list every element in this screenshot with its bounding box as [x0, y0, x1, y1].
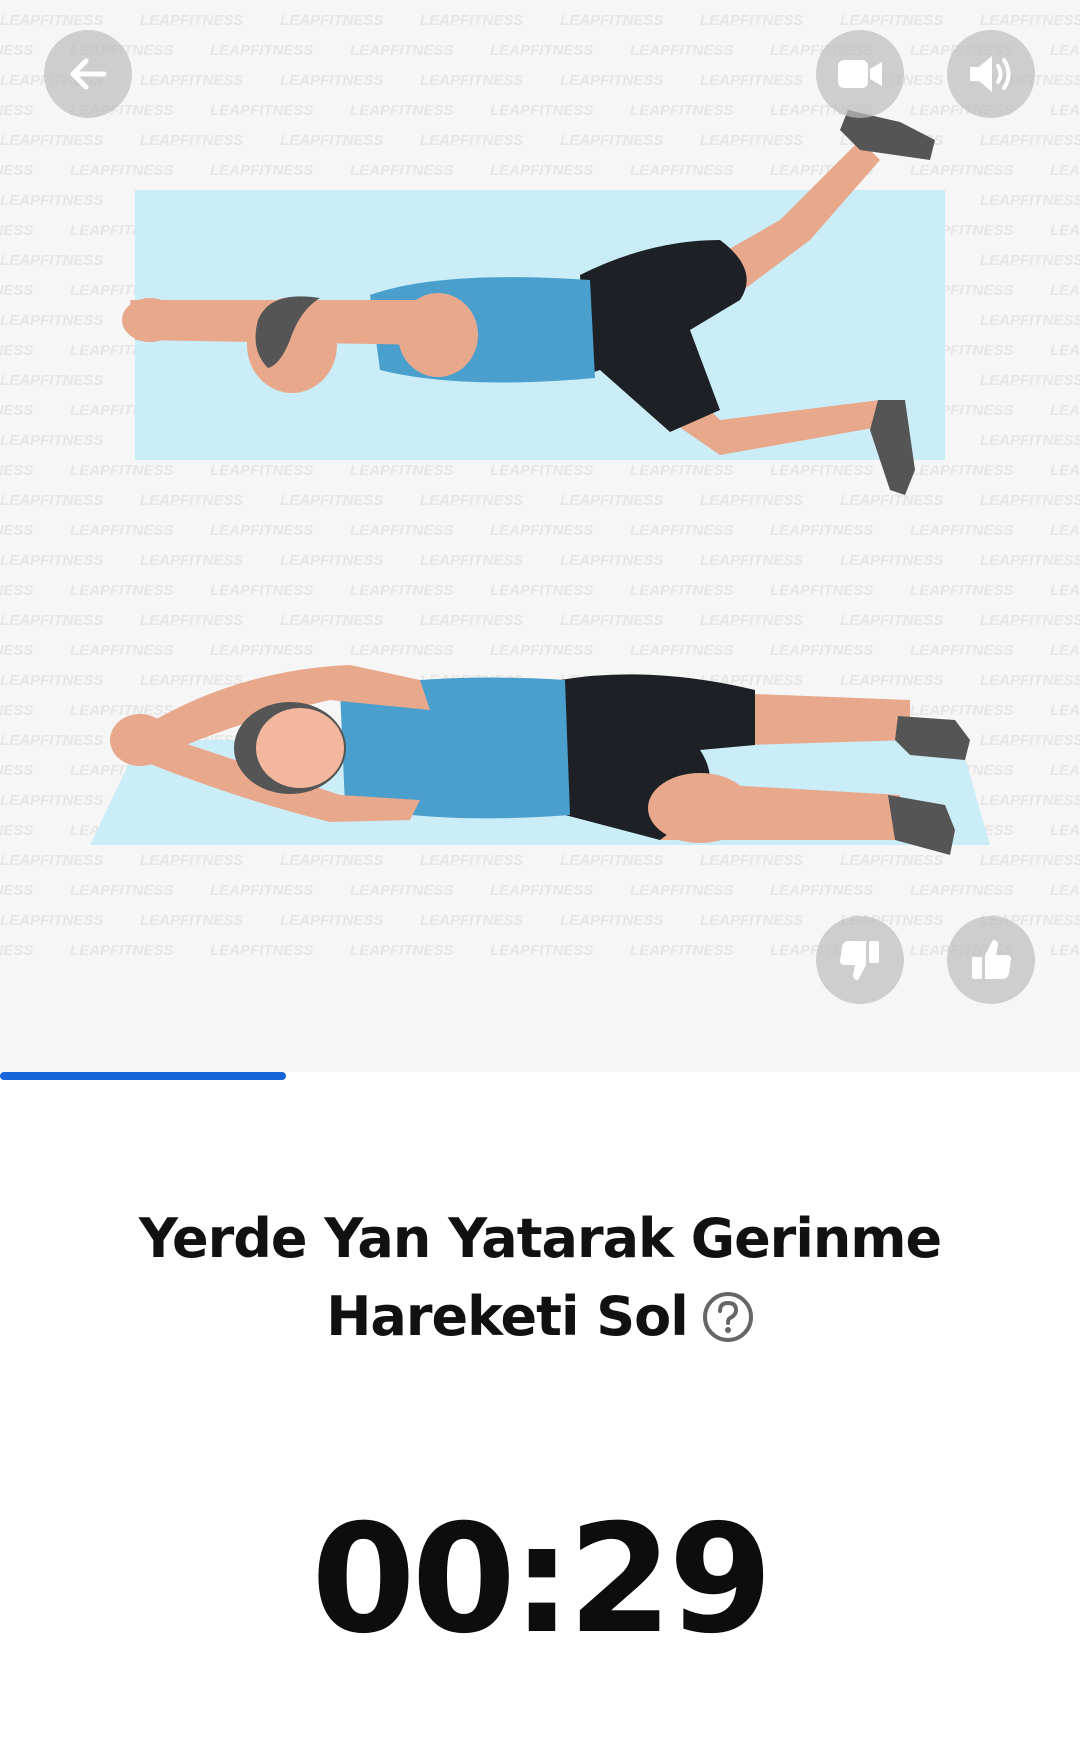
like-button[interactable] [947, 916, 1035, 1004]
exercise-title-line1: Yerde Yan Yatarak Gerinme [138, 1207, 942, 1270]
thumbs-up-icon [972, 940, 1011, 979]
exercise-media: LEAPFITNESS LEAPFITNESS LEAPFITNESS LEAPFIT… [0, 0, 1080, 1072]
back-button[interactable] [44, 30, 132, 118]
exercise-progress-fill [0, 1072, 287, 1080]
exercise-title: Yerde Yan Yatarak Gerinme Hareketi Sol [60, 1200, 1020, 1356]
video-button[interactable] [816, 30, 904, 118]
exercise-progress-bar [0, 1072, 1080, 1080]
exercise-illustration [90, 110, 990, 855]
exercise-title-line2: Hareketi Sol [326, 1285, 689, 1348]
dislike-button[interactable] [816, 916, 904, 1004]
question-circle-icon[interactable] [702, 1291, 754, 1343]
speaker-icon [970, 56, 1011, 92]
sound-button[interactable] [947, 30, 1035, 118]
exercise-title-line2-row: Hareketi Sol [60, 1278, 1020, 1356]
thumbs-down-icon [840, 941, 879, 980]
video-camera-icon [838, 60, 882, 88]
arrow-left-icon [70, 58, 107, 90]
countdown-timer: 00:29 [311, 1493, 772, 1667]
